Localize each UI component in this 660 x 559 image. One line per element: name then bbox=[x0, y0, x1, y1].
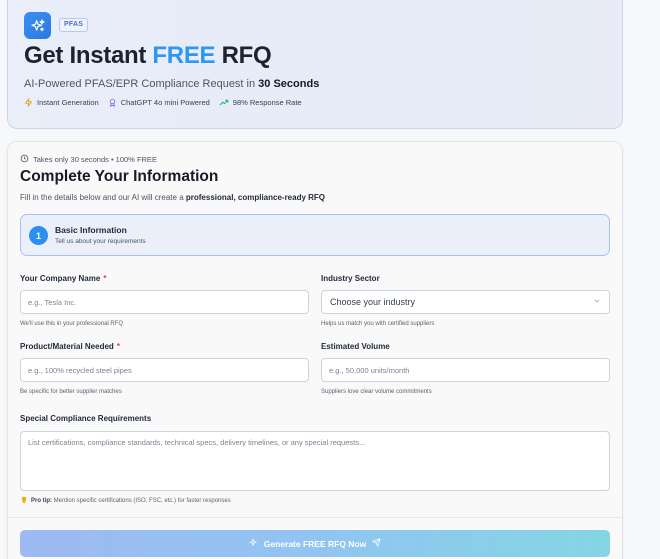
feature-label: Instant Generation bbox=[37, 98, 99, 107]
form-description: Fill in the details below and our AI wil… bbox=[20, 193, 325, 202]
company-name-input[interactable] bbox=[20, 290, 309, 314]
special-requirements-textarea[interactable] bbox=[20, 431, 610, 491]
step-title: Basic Information bbox=[55, 225, 127, 235]
feature-list: Instant Generation ChatGPT 4o mini Power… bbox=[24, 98, 302, 107]
title-accent: FREE bbox=[152, 42, 216, 69]
hero-subtitle: AI-Powered PFAS/EPR Compliance Request i… bbox=[24, 78, 319, 90]
title-suffix: RFQ bbox=[215, 42, 272, 69]
subtitle-bold: 30 Seconds bbox=[258, 78, 320, 90]
time-note: Takes only 30 seconds • 100% FREE bbox=[20, 154, 157, 165]
time-note-text: Takes only 30 seconds • 100% FREE bbox=[33, 155, 157, 164]
page-title: Get Instant FREE RFQ bbox=[24, 42, 272, 70]
lightning-icon bbox=[24, 98, 33, 107]
industry-selected-value: Choose your industry bbox=[330, 297, 416, 307]
pro-tip-body: Mention specific certifications (ISO, FS… bbox=[52, 498, 231, 504]
feature-label: 98% Response Rate bbox=[232, 98, 302, 107]
industry-sector-label: Industry Sector bbox=[321, 274, 380, 283]
chevron-down-icon bbox=[593, 297, 601, 307]
feature-response-rate: 98% Response Rate bbox=[219, 98, 302, 107]
industry-hint: Helps us match you with certified suppli… bbox=[321, 321, 435, 327]
pro-tip-bold: Pro tip: bbox=[31, 498, 52, 504]
award-icon bbox=[108, 98, 117, 107]
required-marker: * bbox=[103, 274, 107, 283]
form-title: Complete Your Information bbox=[20, 168, 219, 185]
generate-rfq-label: Generate FREE RFQ Now bbox=[263, 538, 367, 549]
step-subtitle: Tell us about your requirements bbox=[55, 238, 146, 245]
pro-tip: Pro tip: Mention specific certifications… bbox=[20, 496, 231, 506]
volume-hint: Suppliers love clear volume commitments bbox=[321, 389, 432, 395]
label-text: Product/Material Needed bbox=[20, 342, 114, 351]
hero-banner: PFAS Get Instant FREE RFQ AI-Powered PFA… bbox=[7, 0, 623, 129]
product-label: Product/Material Needed * bbox=[20, 342, 120, 351]
feature-chatgpt: ChatGPT 4o mini Powered bbox=[108, 98, 210, 107]
sparkles-icon bbox=[24, 12, 51, 39]
label-text: Your Company Name bbox=[20, 274, 101, 283]
trending-up-icon bbox=[219, 98, 229, 107]
title-prefix: Get Instant bbox=[24, 42, 153, 69]
pfas-badge: PFAS bbox=[59, 18, 89, 32]
desc-prefix: Fill in the details below and our AI wil… bbox=[20, 193, 186, 202]
step-indicator: 1 Basic Information Tell us about your r… bbox=[20, 214, 610, 256]
volume-label: Estimated Volume bbox=[321, 342, 390, 351]
volume-input[interactable] bbox=[321, 358, 610, 382]
product-hint: Be specific for better supplier matches bbox=[20, 389, 122, 395]
clock-icon bbox=[20, 154, 29, 165]
company-name-hint: We'll use this in your professional RFQ bbox=[20, 321, 124, 327]
industry-select[interactable]: Choose your industry bbox=[321, 290, 610, 314]
feature-instant-generation: Instant Generation bbox=[24, 98, 99, 107]
sparkles-icon bbox=[249, 538, 258, 549]
subtitle-prefix: AI-Powered PFAS/EPR Compliance Request i… bbox=[24, 78, 259, 90]
rfq-form-card: Takes only 30 seconds • 100% FREE Comple… bbox=[7, 141, 623, 559]
desc-bold: professional, compliance-ready RFQ bbox=[185, 193, 326, 202]
feature-label: ChatGPT 4o mini Powered bbox=[120, 98, 210, 107]
company-name-label: Your Company Name * bbox=[20, 274, 106, 283]
pro-tip-text: Pro tip: Mention specific certifications… bbox=[31, 498, 231, 504]
special-requirements-label: Special Compliance Requirements bbox=[20, 414, 152, 423]
step-number: 1 bbox=[29, 226, 48, 245]
product-input[interactable] bbox=[20, 358, 309, 382]
send-icon bbox=[372, 538, 381, 549]
divider bbox=[8, 517, 622, 518]
lightbulb-icon bbox=[20, 496, 28, 506]
generate-rfq-button[interactable]: Generate FREE RFQ Now bbox=[20, 530, 610, 557]
required-marker: * bbox=[116, 342, 120, 351]
